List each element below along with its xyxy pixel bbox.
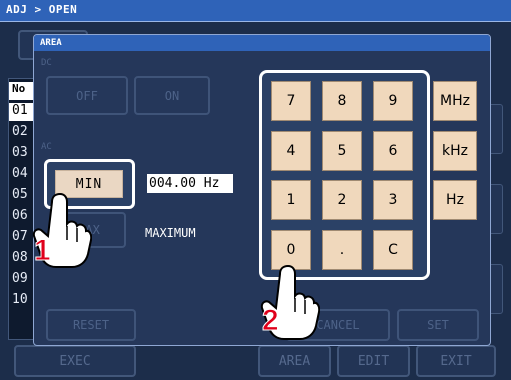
dialog-title: AREA	[34, 35, 490, 51]
key-1[interactable]: 1	[271, 180, 311, 220]
exit-label: EXIT	[440, 353, 472, 369]
key-clear[interactable]: C	[373, 230, 413, 270]
pointing-hand-icon: 1	[32, 192, 92, 268]
key-8[interactable]: 8	[322, 81, 362, 121]
dc-section-label: DC	[41, 58, 52, 68]
ac-section-label: AC	[41, 142, 52, 152]
callout-number-2: 2	[262, 304, 279, 337]
reset-label: RESET	[72, 318, 110, 332]
key-4[interactable]: 4	[271, 131, 311, 171]
unit-mhz-button[interactable]: MHz	[433, 81, 477, 121]
key-3[interactable]: 3	[373, 180, 413, 220]
key-6[interactable]: 6	[373, 131, 413, 171]
on-button[interactable]: ON	[134, 76, 210, 115]
unit-khz-button[interactable]: kHz	[433, 131, 477, 171]
exit-button[interactable]: EXIT	[416, 345, 496, 377]
pointing-hand-icon: 2	[260, 264, 320, 340]
cancel-label: CANCEL	[316, 318, 360, 332]
maximum-label: MAXIMUM	[145, 226, 196, 240]
edit-label: EDIT	[357, 353, 390, 369]
off-button[interactable]: OFF	[46, 76, 128, 115]
key-5[interactable]: 5	[322, 131, 362, 171]
key-9[interactable]: 9	[373, 81, 413, 121]
set-button[interactable]: SET	[397, 309, 479, 341]
exec-label: EXEC	[59, 353, 91, 369]
title-bar: ADJ > OPEN	[0, 0, 511, 22]
on-label: ON	[164, 88, 180, 103]
set-label: SET	[427, 318, 449, 332]
key-decimal[interactable]: .	[322, 230, 362, 270]
off-label: OFF	[76, 88, 98, 103]
area-button[interactable]: AREA	[258, 345, 331, 377]
edit-button[interactable]: EDIT	[337, 345, 410, 377]
unit-hz-button[interactable]: Hz	[433, 180, 477, 220]
breadcrumb: ADJ > OPEN	[6, 3, 78, 16]
key-2[interactable]: 2	[322, 180, 362, 220]
area-label: AREA	[278, 353, 311, 369]
frequency-value-field[interactable]: 004.00 Hz	[147, 174, 233, 193]
key-7[interactable]: 7	[271, 81, 311, 121]
reset-button[interactable]: RESET	[46, 309, 136, 341]
exec-button[interactable]: EXEC	[14, 345, 136, 377]
callout-number-1: 1	[34, 234, 51, 267]
